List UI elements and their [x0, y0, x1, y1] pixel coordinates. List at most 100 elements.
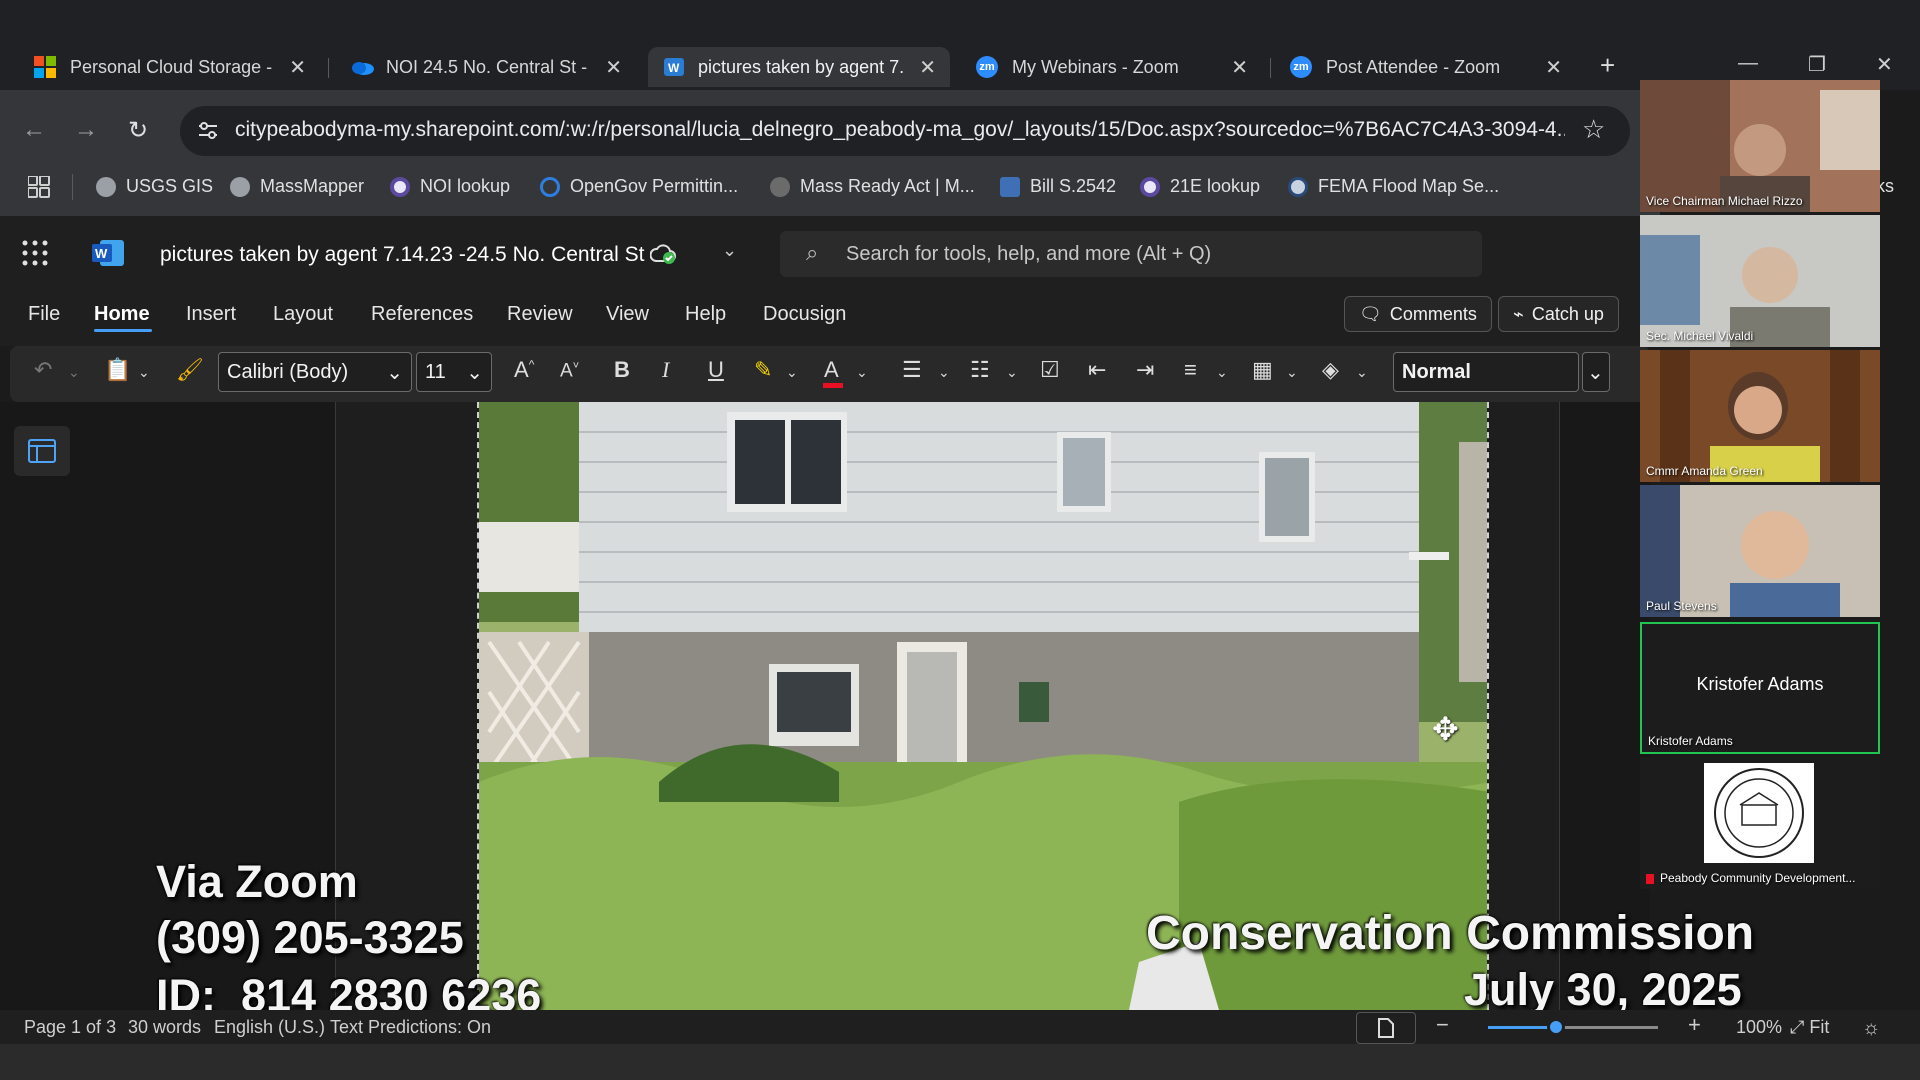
tab-help[interactable]: Help	[685, 303, 726, 326]
increase-indent-icon[interactable]: ⇥	[1136, 357, 1154, 383]
move-cursor-icon: ✥	[1432, 711, 1459, 747]
undo-icon[interactable]: ↶	[34, 357, 52, 383]
bullets-icon[interactable]: ☰	[902, 357, 922, 383]
participant-tile[interactable]: Paul Stevens	[1640, 485, 1880, 617]
close-icon[interactable]: ✕	[605, 55, 622, 80]
bookmark-21e-lookup[interactable]: 21E lookup	[1140, 176, 1260, 197]
participant-tile[interactable]: Peabody Community Development...	[1640, 757, 1880, 889]
bookmark-usgs-gis[interactable]: USGS GIS	[96, 176, 213, 197]
participant-tile[interactable]: Cmmr Amanda Green	[1640, 350, 1880, 482]
tab-references[interactable]: References	[371, 303, 473, 326]
bookmark-noi-lookup[interactable]: NOI lookup	[390, 176, 510, 197]
font-name-select[interactable]: Calibri (Body) ⌄	[218, 352, 412, 392]
chevron-down-icon[interactable]: ⌄	[938, 364, 950, 381]
language[interactable]: English (U.S.)	[214, 1017, 325, 1038]
borders-icon[interactable]: ▦	[1252, 357, 1273, 383]
word-logo-icon[interactable]: W	[92, 238, 126, 273]
bold-icon[interactable]: B	[614, 357, 630, 383]
font-size-select[interactable]: 11 ⌄	[416, 352, 492, 392]
bookmark-mass-ready-act[interactable]: Mass Ready Act | M...	[770, 176, 975, 197]
tab-pictures-taken-by-agent[interactable]: W pictures taken by agent 7. ✕	[648, 47, 950, 87]
minimize-icon[interactable]: —	[1738, 52, 1758, 75]
style-select[interactable]: Normal	[1393, 352, 1579, 392]
zoom-icon: zm	[1290, 56, 1312, 78]
navigation-pane-button[interactable]	[14, 426, 70, 476]
highlight-icon[interactable]: ✎	[754, 357, 772, 383]
forward-icon[interactable]: →	[74, 116, 98, 144]
tab-view[interactable]: View	[606, 303, 649, 326]
catch-up-button[interactable]: ⌁ Catch up	[1498, 296, 1619, 332]
participant-tile[interactable]: Sec. Michael Vivaldi	[1640, 215, 1880, 347]
close-icon[interactable]: ✕	[919, 55, 936, 80]
view-mode-button[interactable]	[1356, 1012, 1416, 1044]
text-predictions[interactable]: Text Predictions: On	[330, 1017, 491, 1038]
tab-docusign[interactable]: Docusign	[763, 303, 846, 326]
word-count[interactable]: 30 words	[128, 1017, 201, 1038]
tab-noi-central-st[interactable]: NOI 24.5 No. Central St - ✕	[336, 47, 636, 87]
tab-my-webinars-zoom[interactable]: zm My Webinars - Zoom ✕	[962, 47, 1262, 87]
participant-tile-active-speaker[interactable]: Kristofer Adams Kristofer Adams	[1640, 622, 1880, 754]
chevron-down-icon[interactable]: ⌄	[1286, 364, 1298, 381]
chevron-down-icon[interactable]: ⌄	[856, 364, 868, 381]
app-launcher-icon[interactable]	[22, 240, 48, 271]
search-placeholder[interactable]: Search for tools, help, and more (Alt + …	[846, 243, 1211, 266]
decrease-indent-icon[interactable]: ⇤	[1088, 357, 1106, 383]
tab-personal-cloud-storage[interactable]: Personal Cloud Storage - ✕	[20, 47, 320, 87]
numbering-icon[interactable]: ☷	[970, 357, 990, 383]
participant-tile[interactable]: Vice Chairman Michael Rizzo	[1640, 80, 1880, 212]
bookmark-massmapper[interactable]: MassMapper	[230, 176, 364, 197]
chevron-down-icon[interactable]: ⌄	[786, 364, 798, 381]
close-icon[interactable]: ✕	[1545, 55, 1562, 80]
zoom-out-icon[interactable]: −	[1436, 1012, 1449, 1038]
new-tab-icon[interactable]: +	[1600, 50, 1615, 81]
tab-post-attendee-zoom[interactable]: zm Post Attendee - Zoom ✕	[1276, 47, 1576, 87]
checklist-icon[interactable]: ☑	[1040, 357, 1060, 383]
clipboard-icon[interactable]: 📋	[104, 357, 131, 383]
chevron-down-icon[interactable]: ⌄	[722, 240, 737, 261]
tab-layout[interactable]: Layout	[273, 303, 333, 326]
underline-icon[interactable]: U	[708, 357, 724, 383]
zoom-percent[interactable]: 100%	[1736, 1017, 1782, 1038]
bookmark-opengov[interactable]: OpenGov Permittin...	[540, 176, 738, 197]
fit-button[interactable]: ⤢ Fit	[1790, 1017, 1829, 1038]
participant-video	[1640, 485, 1880, 617]
shrink-font-icon[interactable]: A˅	[560, 360, 579, 382]
zoom-slider-thumb[interactable]	[1547, 1018, 1565, 1036]
tab-file[interactable]: File	[28, 303, 60, 326]
font-color-icon[interactable]: A	[824, 357, 839, 383]
url-text[interactable]: citypeabodyma-my.sharepoint.com/:w:/r/pe…	[235, 118, 1565, 142]
tab-home[interactable]: Home	[94, 303, 150, 326]
shading-icon[interactable]: ◈	[1322, 357, 1339, 383]
bookmark-bill-s2542[interactable]: Bill S.2542	[1000, 176, 1116, 197]
chevron-down-icon[interactable]: ⌄	[1216, 364, 1228, 381]
close-icon[interactable]: ✕	[289, 55, 306, 80]
tab-review[interactable]: Review	[507, 303, 573, 326]
italic-icon[interactable]: I	[662, 357, 669, 383]
chevron-down-icon[interactable]: ⌄	[1356, 364, 1368, 381]
tab-insert[interactable]: Insert	[186, 303, 236, 326]
zoom-in-icon[interactable]: +	[1688, 1012, 1701, 1038]
brightness-icon[interactable]: ☼	[1862, 1017, 1880, 1040]
bookmark-fema-flood-map[interactable]: FEMA Flood Map Se...	[1288, 176, 1499, 197]
comments-button[interactable]: 🗨 Comments	[1344, 296, 1492, 332]
bookmark-star-icon[interactable]: ☆	[1582, 114, 1605, 145]
chevron-down-icon[interactable]: ⌄	[68, 364, 80, 381]
restore-icon[interactable]: ❐	[1808, 52, 1826, 77]
style-dropdown-button[interactable]: ⌄	[1582, 352, 1610, 392]
site-info-icon[interactable]	[196, 118, 220, 147]
cloud-saved-icon[interactable]	[649, 243, 676, 270]
zoom-slider[interactable]	[1488, 1018, 1658, 1036]
page-count[interactable]: Page 1 of 3	[24, 1017, 116, 1038]
close-icon[interactable]: ✕	[1231, 55, 1248, 80]
back-icon[interactable]: ←	[22, 116, 46, 144]
chevron-down-icon[interactable]: ⌄	[1006, 364, 1018, 381]
apps-grid-icon[interactable]	[27, 175, 50, 203]
chevron-down-icon[interactable]: ⌄	[138, 364, 150, 381]
reload-icon[interactable]: ↻	[128, 116, 148, 145]
bookmark-label: FEMA Flood Map Se...	[1318, 176, 1500, 196]
document-title[interactable]: pictures taken by agent 7.14.23 -24.5 No…	[160, 243, 644, 267]
format-painter-icon[interactable]: 🖌	[176, 357, 204, 383]
align-icon[interactable]: ≡	[1184, 357, 1197, 383]
grow-font-icon[interactable]: A^	[514, 357, 534, 383]
close-window-icon[interactable]: ✕	[1876, 52, 1893, 77]
